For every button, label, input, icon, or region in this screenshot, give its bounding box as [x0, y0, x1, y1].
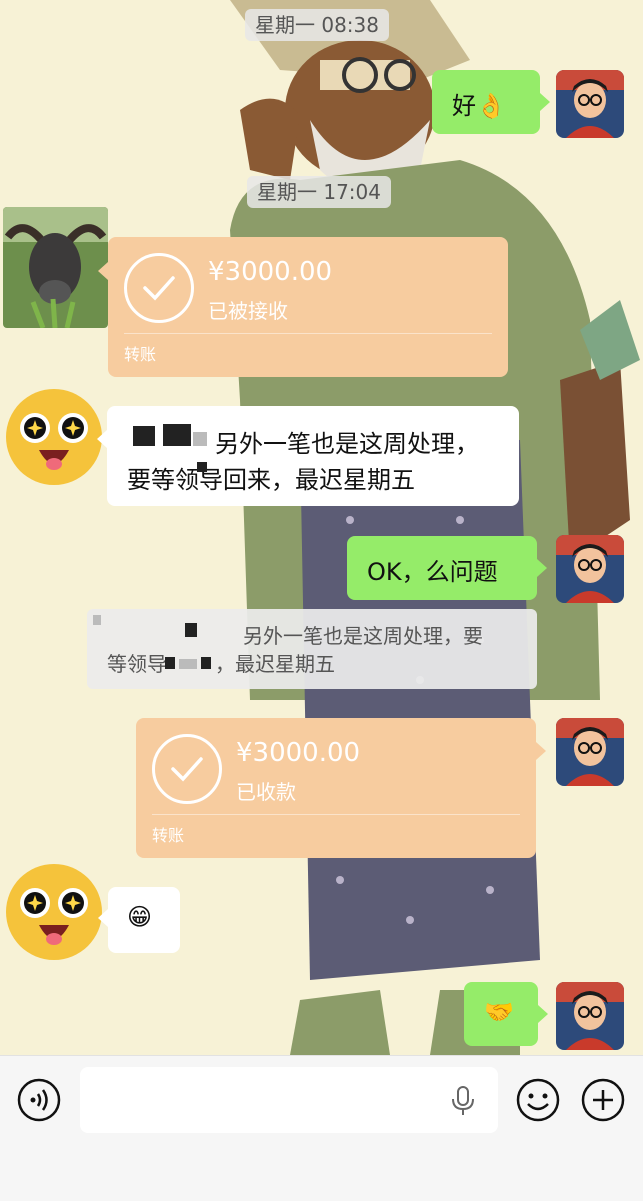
transfer-label: 转账: [152, 826, 185, 845]
check-circle-icon: [124, 253, 194, 323]
redacted-block: [133, 426, 155, 446]
message-text: OK，么问题: [367, 558, 498, 586]
bubble-tail: [97, 430, 107, 448]
transfer-divider: [152, 814, 520, 815]
plus-icon[interactable]: [581, 1078, 625, 1122]
emoji-icon[interactable]: [516, 1078, 560, 1122]
transfer-card-received[interactable]: ¥3000.00 已被接收 转账: [108, 237, 508, 377]
quote-text: ，最迟星期五: [215, 652, 335, 676]
contact-avatar-emoji[interactable]: [5, 388, 103, 486]
transfer-amount: ¥3000.00: [236, 738, 361, 768]
transfer-card-collected[interactable]: ¥3000.00 已收款 转账: [136, 718, 536, 858]
redacted-block: [179, 659, 197, 669]
timestamp: 星期一 17:04: [247, 176, 391, 208]
bubble-tail: [538, 1005, 548, 1023]
message-bubble-text[interactable]: 另外一笔也是这周处理， 要等领导回来，最迟星期五: [107, 406, 519, 506]
redacted-block: [163, 424, 191, 446]
my-avatar[interactable]: [556, 718, 624, 786]
my-avatar[interactable]: [556, 70, 624, 138]
transfer-status: 已收款: [236, 780, 296, 804]
microphone-icon[interactable]: [450, 1085, 476, 1117]
transfer-divider: [124, 333, 492, 334]
redacted-block: [201, 657, 211, 669]
message-bubble-grin[interactable]: 😁: [108, 887, 180, 953]
contact-avatar-emoji[interactable]: [5, 863, 103, 961]
quote-text: 等领导: [107, 652, 167, 676]
bubble-tail: [540, 93, 550, 111]
message-text: 另外一笔也是这周处理，: [215, 430, 479, 458]
transfer-amount: ¥3000.00: [208, 257, 333, 287]
redacted-block: [197, 462, 207, 472]
bubble-tail: [537, 559, 547, 577]
my-avatar[interactable]: [556, 982, 624, 1050]
quoted-message[interactable]: 另外一笔也是这周处理，要 等领导 ，最迟星期五: [87, 609, 537, 689]
message-text: 好👌: [452, 92, 506, 120]
check-circle-icon: [152, 734, 222, 804]
handshake-emoji: 🤝: [484, 998, 514, 1026]
voice-icon[interactable]: [17, 1078, 61, 1122]
transfer-status: 已被接收: [208, 299, 288, 323]
message-input[interactable]: [80, 1067, 498, 1133]
redacted-block: [165, 657, 175, 669]
input-bar: [0, 1055, 643, 1201]
message-text: 要等领导回来，最迟星期五: [127, 466, 415, 494]
grin-emoji: 😁: [127, 903, 153, 931]
message-bubble-ok[interactable]: 好👌: [432, 70, 540, 134]
bubble-tail: [536, 742, 546, 760]
bubble-tail: [98, 909, 108, 927]
message-bubble-ok-no-problem[interactable]: OK，么问题: [347, 536, 537, 600]
message-bubble-handshake[interactable]: 🤝: [464, 982, 538, 1046]
bubble-tail: [98, 262, 108, 280]
my-avatar[interactable]: [556, 535, 624, 603]
redacted-block: [193, 432, 207, 446]
transfer-label: 转账: [124, 345, 157, 364]
contact-avatar-buffalo[interactable]: [3, 207, 108, 328]
redacted-block: [93, 615, 101, 625]
redacted-block: [185, 623, 197, 637]
timestamp: 星期一 08:38: [245, 9, 389, 41]
quote-text: 另外一笔也是这周处理，要: [243, 624, 483, 648]
